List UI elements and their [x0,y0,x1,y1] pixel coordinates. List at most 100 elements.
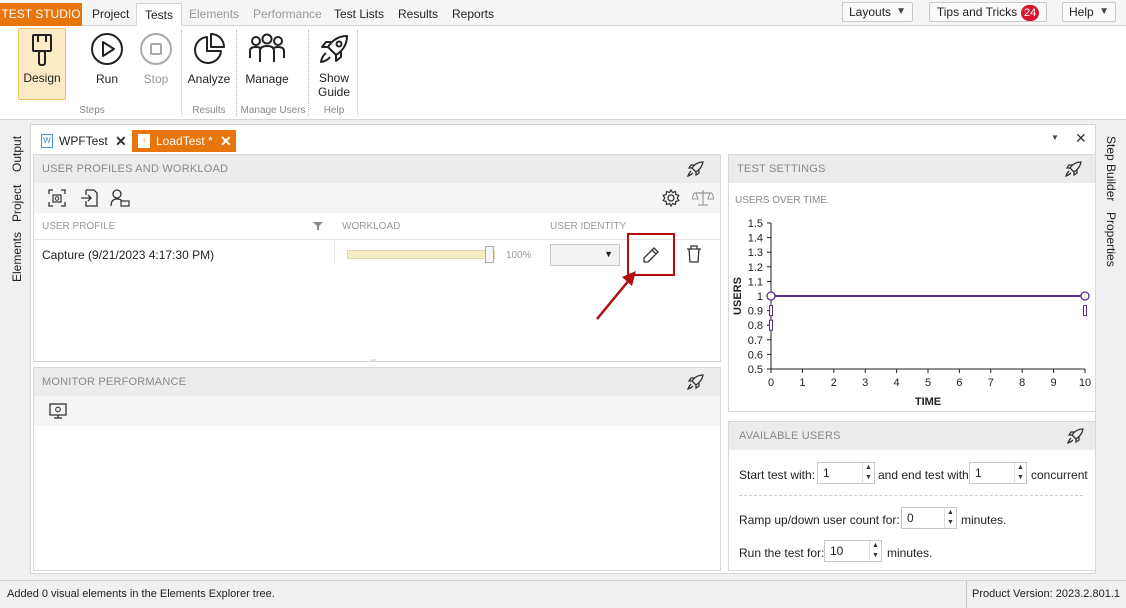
rocket-icon[interactable] [1066,427,1086,445]
y-tick-label: 1.3 [748,247,763,259]
rocket-icon [320,35,348,63]
brand-tab[interactable]: TEST STUDIO [0,3,82,26]
tips-button[interactable]: Tips and Tricks 24 [929,2,1047,22]
stepper-arrows[interactable]: ▲ ▼ [869,541,881,561]
workload-slider[interactable] [347,246,495,263]
x-axis-label: TIME [915,396,941,408]
stepper-arrows[interactable]: ▲ ▼ [862,463,874,483]
y-tick-label: 1.5 [748,218,763,230]
capture-icon[interactable] [48,189,66,207]
panel-header: AVAILABLE USERS [729,422,1095,450]
rail-tab-step-builder[interactable]: Step Builder [1104,136,1118,201]
run-for-label: Run the test for: [739,546,825,560]
manage-button[interactable]: Manage [241,32,293,86]
y-tick-label: 1.2 [748,262,763,274]
ribbon-separator [181,30,182,116]
menu-performance[interactable]: Performance [245,3,330,26]
user-profile-name[interactable]: Capture (9/21/2023 4:17:30 PM) [42,248,214,262]
users-icon [249,33,285,62]
chevron-down-icon: ▼ [896,6,906,17]
annotation-arrow [596,271,636,320]
test-settings-panel: TEST SETTINGS USERS OVER TIME 0.5 0.6 0.7 0… [728,154,1096,412]
analyze-label: Analyze [187,72,231,86]
file-icon: W [41,134,53,148]
run-value: 10 [830,544,844,558]
analyze-button[interactable]: Analyze [186,32,232,86]
status-message: Added 0 visual elements in the Elements … [7,588,275,600]
y-tick-label: 0.8 [748,320,763,332]
rail-tab-project[interactable]: Project [10,185,24,222]
close-icon[interactable]: ✕ [115,130,127,152]
rail-tab-elements[interactable]: Elements [10,232,24,282]
run-unit: minutes. [887,546,933,560]
workload-percent: 100% [506,250,532,261]
menu-results[interactable]: Results [390,3,446,26]
tab-loadtest[interactable]: ↑ LoadTest * ✕ [132,130,236,152]
rocket-icon[interactable] [686,373,706,391]
filter-icon[interactable] [313,221,323,231]
right-rail: Step Builder Properties [1100,124,1126,576]
panel-title: MONITOR PERFORMANCE [42,376,187,388]
gear-icon[interactable] [662,189,680,207]
run-button[interactable]: Run [86,32,128,86]
resize-grip[interactable]: ▫▫▫ [370,358,376,364]
stepper-arrows[interactable]: ▲ ▼ [944,508,956,528]
file-icon: ↑ [138,134,150,148]
tab-wpftest[interactable]: W WPFTest ✕ [35,130,131,152]
menu-elements[interactable]: Elements [181,3,247,26]
tab-label: LoadTest * [156,134,213,148]
run-minutes-stepper[interactable]: 10 ▲ ▼ [824,540,882,562]
ramp-value: 0 [907,511,914,525]
user-identity-select[interactable]: ▼ [550,244,620,266]
menu-test-lists[interactable]: Test Lists [326,3,392,26]
trash-icon[interactable] [685,245,703,263]
close-icon[interactable]: ✕ [1075,130,1087,147]
monitor-icon[interactable] [49,402,67,420]
close-icon[interactable]: ✕ [220,130,232,152]
brush-icon [32,34,52,66]
users-over-time-chart: 0.5 0.6 0.7 0.8 0.9 1 1.1 1.2 1.3 1.4 1.5 0 1 2 3 4 5 6 7 8… [732,218,1091,408]
ribbon-separator [236,30,237,116]
status-divider [966,581,967,608]
menu-project[interactable]: Project [84,3,137,26]
layouts-dropdown[interactable]: Layouts ▼ [842,2,913,22]
status-bar: Added 0 visual elements in the Elements … [0,580,1126,608]
y-tick-label: 0.5 [748,364,763,376]
x-tick-label: 1 [799,377,805,389]
start-users-stepper[interactable]: 1 ▲ ▼ [817,462,875,484]
user-identity-icon[interactable] [110,189,130,207]
pencil-icon[interactable] [642,246,660,264]
stepper-arrows[interactable]: ▲ ▼ [1014,463,1026,483]
show-guide-button[interactable]: Show Guide [312,32,356,99]
available-users-panel: AVAILABLE USERS Start test with: 1 ▲ ▼ an… [728,421,1096,571]
rail-tab-output[interactable]: Output [10,136,24,172]
ribbon: Design Run Stop Steps Analyze Results Ma… [0,26,1126,120]
stop-button[interactable]: Stop [136,32,176,86]
help-dropdown[interactable]: Help ▼ [1062,2,1116,22]
panel-title: USER PROFILES AND WORKLOAD [42,163,229,175]
rocket-icon[interactable] [686,160,706,178]
ramp-label: Ramp up/down user count for: [739,513,900,527]
menu-tests[interactable]: Tests [136,3,183,26]
rail-tab-properties[interactable]: Properties [1104,212,1118,267]
ramp-minutes-stepper[interactable]: 0 ▲ ▼ [901,507,957,529]
design-button[interactable]: Design [18,28,66,100]
data-point [766,291,776,301]
start-test-label: Start test with: [739,468,816,482]
end-users-stepper[interactable]: 1 ▲ ▼ [969,462,1027,484]
end-users-value: 1 [975,466,982,480]
import-icon[interactable] [80,189,98,207]
guide-label: Guide [317,85,351,99]
chevron-down-icon: ▼ [1099,6,1109,17]
tab-list-icon[interactable]: ▼ [1051,133,1059,142]
chevron-down-icon: ▼ [604,249,613,259]
monitor-toolbar [34,396,720,426]
rocket-icon[interactable] [1064,160,1084,178]
workload-slider-thumb[interactable] [485,246,494,263]
balance-scale-icon[interactable] [692,189,714,207]
menu-reports[interactable]: Reports [444,3,502,26]
header-divider [34,239,720,240]
x-tick-label: 4 [894,377,900,389]
x-tick-label: 2 [831,377,837,389]
y-tick-label: 1.1 [748,276,763,288]
